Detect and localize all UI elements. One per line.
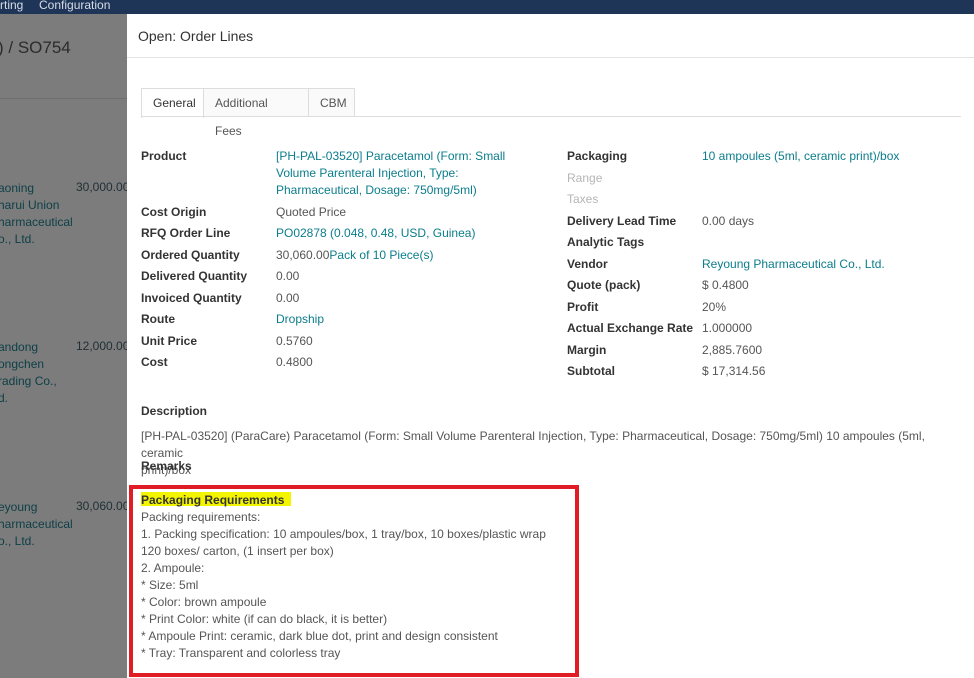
requirement-line: Packing requirements: xyxy=(141,510,261,524)
label-rfq-order-line: RFQ Order Line xyxy=(141,226,231,240)
uom-link[interactable]: Pack of 10 Piece(s) xyxy=(329,248,433,262)
bg-vendor-2-line: andong xyxy=(0,340,39,354)
description-line: [PH-PAL-03520] (ParaCare) Paracetamol (F… xyxy=(141,429,925,460)
description-line: print)/box xyxy=(141,463,192,477)
order-line-dialog: Open: Order Lines General Additional Fee… xyxy=(127,14,974,678)
menu-reporting[interactable]: rting xyxy=(0,0,23,12)
bg-vendor-1-line: o., Ltd. xyxy=(0,232,35,246)
requirement-line: * Ampoule Print: ceramic, dark blue dot,… xyxy=(141,629,498,643)
requirement-line: * Tray: Transparent and colorless tray xyxy=(141,646,341,660)
label-description: Description xyxy=(141,404,208,418)
vendor-link[interactable]: Reyoung Pharmaceutical Co., Ltd. xyxy=(702,256,885,273)
bg-vendor-3-line: harmaceutical xyxy=(0,517,73,531)
bg-vendor-2-line: ongchen xyxy=(0,357,45,371)
bg-qty-2: 12,000.00 xyxy=(76,339,130,353)
actual-exchange-rate-value: 1.000000 xyxy=(702,321,753,335)
product-line: Pharmaceutical, Dosage: 750mg/5ml) xyxy=(276,183,477,197)
label-packaging-requirements: Packaging Requirements xyxy=(141,493,285,507)
requirement-line: * Size: 5ml xyxy=(141,578,199,592)
bg-vendor-2: andong ongchen rading Co., d. xyxy=(0,339,57,407)
label-ordered-quantity: Ordered Quantity xyxy=(141,248,240,262)
requirement-line: 2. Ampoule: xyxy=(141,561,205,575)
label-subtotal: Subtotal xyxy=(567,364,615,378)
divider xyxy=(0,98,127,99)
label-route: Route xyxy=(141,312,175,326)
label-delivery-lead-time: Delivery Lead Time xyxy=(567,214,677,228)
menu-configuration[interactable]: Configuration xyxy=(39,0,110,12)
bg-vendor-1-line: harui Union xyxy=(0,198,60,212)
requirement-line: * Print Color: white (if can do black, i… xyxy=(141,612,388,626)
tab-underline xyxy=(141,116,961,117)
label-taxes: Taxes xyxy=(567,192,599,206)
margin-value: 2,885.7600 xyxy=(702,343,763,357)
route-link[interactable]: Dropship xyxy=(276,311,324,328)
cost-value: 0.4800 xyxy=(276,355,313,369)
bg-vendor-2-line: d. xyxy=(0,391,9,405)
breadcrumb: ) / SO754 xyxy=(0,38,71,57)
profit-value: 20% xyxy=(702,300,727,314)
cost-origin-value: Quoted Price xyxy=(276,205,347,219)
product-line: [PH-PAL-03520] Paracetamol (Form: Small xyxy=(276,149,506,163)
bg-vendor-1-line: harmaceutical xyxy=(0,215,73,229)
bg-vendor-1: aoning harui Union harmaceutical o., Ltd… xyxy=(0,180,73,248)
label-delivered-quantity: Delivered Quantity xyxy=(141,269,248,283)
label-profit: Profit xyxy=(567,300,599,314)
bg-vendor-2-line: rading Co., xyxy=(0,374,57,388)
requirement-line: * Color: brown ampoule xyxy=(141,595,267,609)
dialog-title: Open: Order Lines xyxy=(138,28,254,44)
label-range: Range xyxy=(567,171,603,185)
label-remarks: Remarks xyxy=(141,459,192,473)
top-navbar: rting Configuration xyxy=(0,0,974,14)
bg-vendor-3-line: o., Ltd. xyxy=(0,534,35,548)
background-sales-order: ) / SO754 aoning harui Union harmaceutic… xyxy=(0,14,130,678)
bg-vendor-3: eyoung harmaceutical o., Ltd. xyxy=(0,499,73,550)
label-product: Product xyxy=(141,149,187,163)
packaging-link[interactable]: 10 ampoules (5ml, ceramic print)/box xyxy=(702,148,899,165)
description-text: [PH-PAL-03520] (ParaCare) Paracetamol (F… xyxy=(141,428,956,479)
ordered-quantity-value: 30,060.00 xyxy=(276,248,330,262)
label-actual-exchange-rate: Actual Exchange Rate xyxy=(567,321,694,335)
delivery-lead-time-value: 0.00 days xyxy=(702,214,755,228)
invoiced-quantity-value: 0.00 xyxy=(276,291,300,305)
tab-general[interactable]: General xyxy=(141,88,204,118)
bg-qty-1: 30,000.00 xyxy=(76,180,130,194)
bg-qty-3: 30,060.00 xyxy=(76,499,130,513)
ordered-quantity-field: 30,060.00Pack of 10 Piece(s) xyxy=(276,247,433,264)
label-packaging: Packaging xyxy=(567,149,628,163)
requirement-line: 120 boxes/ carton, (1 insert per box) xyxy=(141,544,334,558)
label-unit-price: Unit Price xyxy=(141,334,198,348)
unit-price-value: 0.5760 xyxy=(276,334,313,348)
rfq-order-line-link[interactable]: PO02878 (0.048, 0.48, USD, Guinea) xyxy=(276,225,475,242)
packaging-requirements-text: Packing requirements: 1. Packing specifi… xyxy=(141,509,546,662)
tab-cbm[interactable]: CBM xyxy=(308,88,355,116)
dialog-header-divider xyxy=(127,57,974,58)
subtotal-value: $ 17,314.56 xyxy=(702,364,766,378)
label-invoiced-quantity: Invoiced Quantity xyxy=(141,291,242,305)
requirement-line: 1. Packing specification: 10 ampoules/bo… xyxy=(141,527,546,541)
bg-vendor-1-line: aoning xyxy=(0,181,35,195)
label-cost: Cost xyxy=(141,355,168,369)
label-quote-pack: Quote (pack) xyxy=(567,278,641,292)
product-field[interactable]: [PH-PAL-03520] Paracetamol (Form: Small … xyxy=(276,148,526,199)
product-line: Volume Parenteral Injection, Type: xyxy=(276,166,459,180)
tab-additional-fees[interactable]: Additional Fees xyxy=(203,88,309,138)
quote-pack-value: $ 0.4800 xyxy=(702,278,749,292)
delivered-quantity-value: 0.00 xyxy=(276,269,300,283)
bg-vendor-3-line: eyoung xyxy=(0,500,38,514)
label-analytic-tags: Analytic Tags xyxy=(567,235,645,249)
label-margin: Margin xyxy=(567,343,607,357)
label-vendor: Vendor xyxy=(567,257,608,271)
label-cost-origin: Cost Origin xyxy=(141,205,207,219)
